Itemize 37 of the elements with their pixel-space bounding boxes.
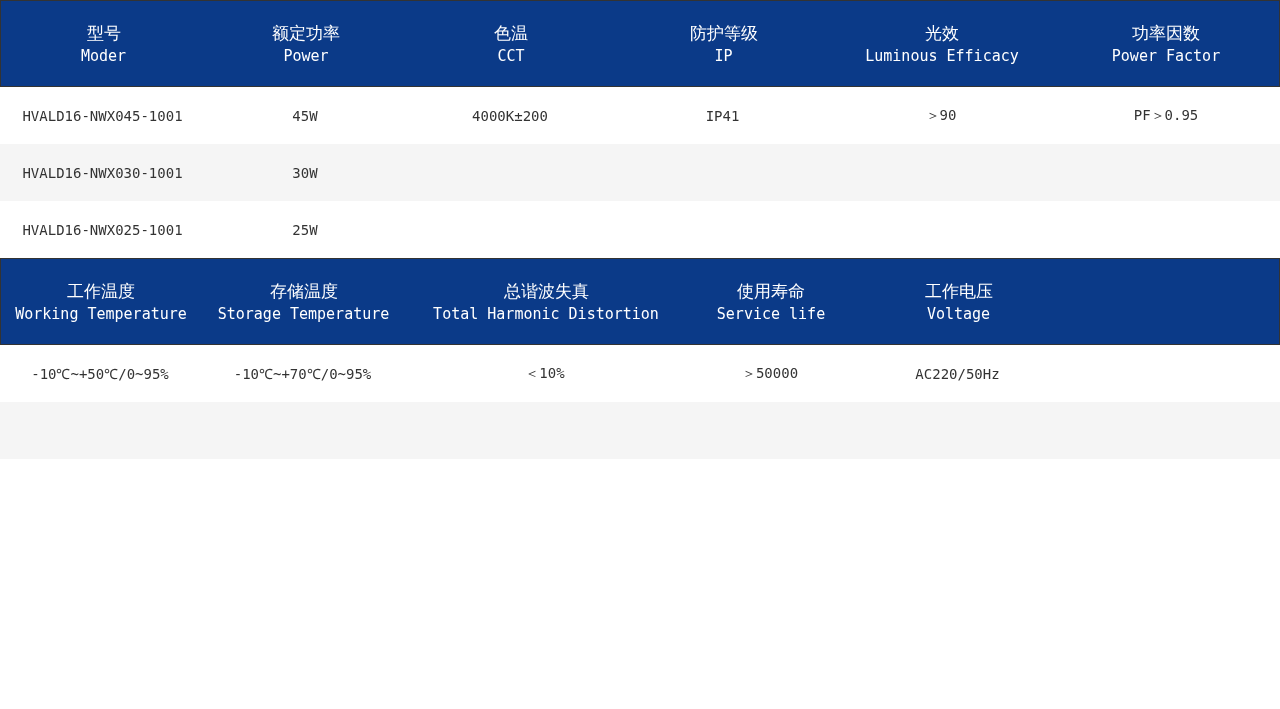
- column-heading: Power: [283, 47, 329, 65]
- column-heading: 防护等级: [689, 22, 758, 45]
- table-cell: HVALD16-NWX045-1001: [22, 107, 183, 124]
- column-heading: Total Harmonic Distortion: [433, 305, 659, 323]
- column-heading: 功率因数: [1132, 22, 1200, 45]
- column-heading: Storage Temperature: [217, 305, 390, 323]
- table-cell: AC220/50Hz: [915, 365, 1000, 382]
- column-heading: 存储温度: [269, 280, 338, 303]
- column-heading: Service life: [716, 305, 826, 323]
- column-heading: 工作温度: [67, 280, 135, 303]
- table-cell: HVALD16-NWX025-1001: [22, 221, 183, 238]
- column-heading: 光效: [925, 22, 959, 45]
- table-cell: 4000K±200: [472, 107, 548, 124]
- column-heading: Luminous Efficacy: [865, 47, 1019, 65]
- table-cell-text: -10℃~+70℃/0~95%: [233, 365, 372, 383]
- table-cell: PF＞0.95: [1133, 106, 1199, 125]
- table-cell-text: -10℃~+50℃/0~95%: [31, 365, 169, 383]
- column-heading: Voltage: [926, 305, 991, 323]
- column-heading: Power Factor: [1111, 47, 1221, 65]
- table-cell: 30W: [292, 164, 318, 181]
- column-heading: 色温: [494, 22, 528, 45]
- column-heading: Moder: [80, 47, 127, 65]
- column-heading: 工作电压: [924, 280, 993, 303]
- table-cell: IP41: [705, 107, 740, 124]
- table-cell: ＞50000: [741, 364, 799, 383]
- table-cell: ＜10%: [525, 364, 565, 383]
- table-cell: 25W: [292, 221, 318, 238]
- column-heading: 额定功率: [272, 22, 340, 45]
- column-heading: CCT: [497, 47, 525, 65]
- table-cell: ＞90: [925, 106, 957, 125]
- column-heading: Working Temperature: [15, 305, 187, 323]
- column-heading: 型号: [86, 22, 121, 45]
- column-heading: IP: [714, 47, 733, 65]
- table-cell: HVALD16-NWX030-1001: [22, 164, 183, 181]
- table-cell: 45W: [292, 107, 318, 124]
- column-heading: 使用寿命: [737, 280, 805, 303]
- column-heading: 总谐波失真: [503, 280, 589, 303]
